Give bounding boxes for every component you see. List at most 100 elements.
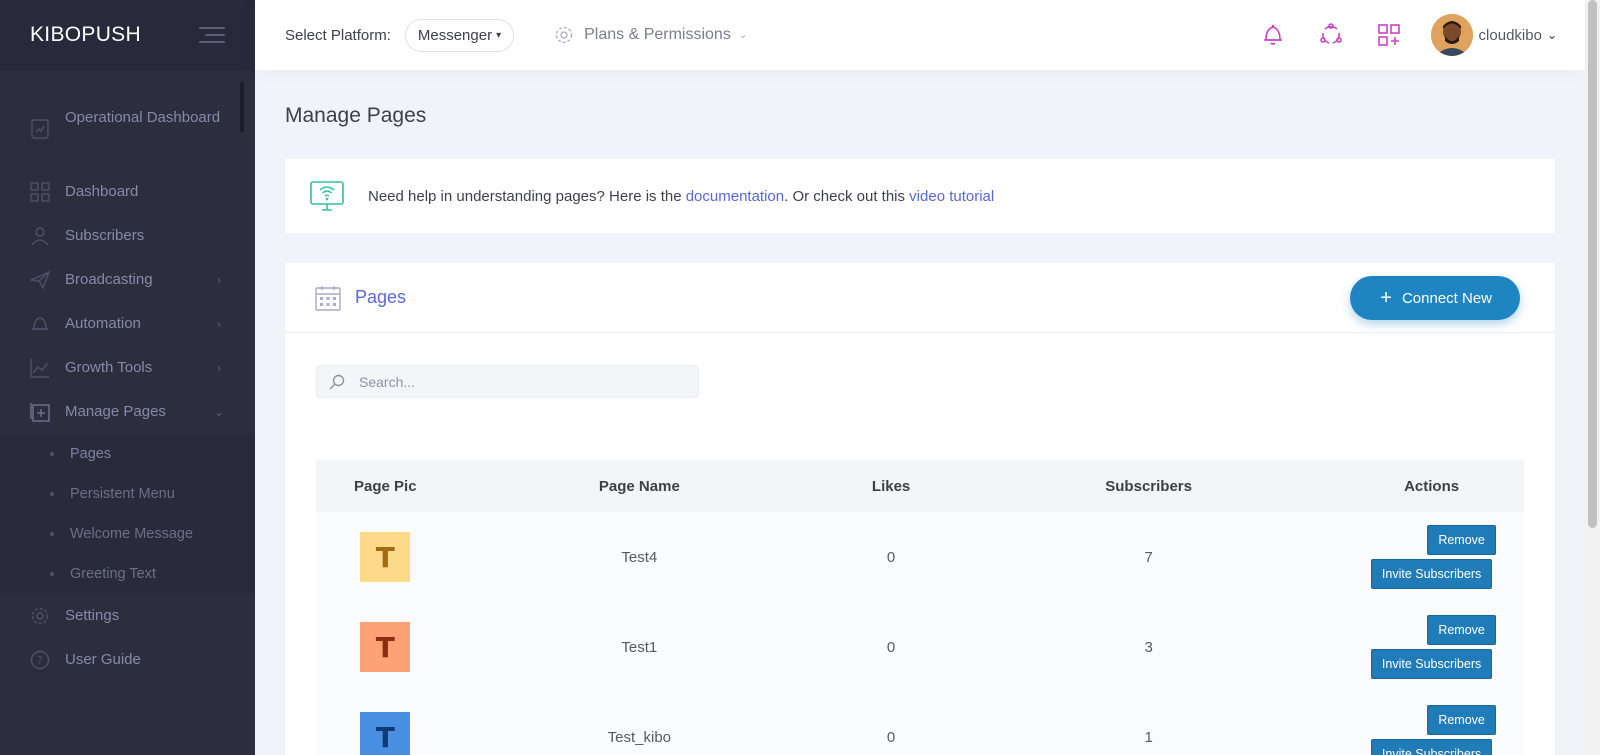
help-text-middle: . Or check out this [784, 187, 910, 205]
platform-select[interactable]: Messenger ▾ [404, 18, 515, 52]
hamburger-menu-icon[interactable] [199, 27, 225, 43]
submenu-item-persistent-menu[interactable]: Persistent Menu [0, 474, 255, 514]
page-name-cell: Test1 [621, 638, 658, 656]
invite-subscribers-button[interactable]: Invite Subscribers [1370, 649, 1493, 679]
sidebar-item-label: Settings [65, 607, 120, 624]
brand-logo[interactable]: KIBOPUSH [30, 23, 141, 47]
page-scrollbar[interactable] [1585, 0, 1600, 755]
scrollbar-thumb[interactable] [1588, 0, 1597, 528]
column-header[interactable]: Page Pic [316, 460, 455, 512]
column-header[interactable]: Subscribers [958, 460, 1339, 512]
page-title: Manage Pages [285, 104, 427, 127]
table-body: T Test4 0 7 Remove Invite Subscribers T … [316, 512, 1524, 755]
invite-subscribers-button[interactable]: Invite Subscribers [1370, 739, 1493, 755]
chevron-down-icon: ⌄ [1546, 28, 1557, 42]
search-icon [329, 374, 345, 389]
send-icon [30, 270, 50, 290]
connect-new-label: Connect New [1401, 289, 1492, 307]
submenu-item-greeting-text[interactable]: Greeting Text [0, 554, 255, 594]
subscribers-cell: 3 [1144, 638, 1153, 656]
sidebar-item-growth-tools[interactable]: Growth Tools › [0, 346, 255, 390]
sidebar-item-dashboard[interactable]: Dashboard [0, 170, 255, 214]
chevron-right-icon: › [217, 317, 221, 331]
brand-bar: KIBOPUSH [0, 0, 255, 70]
sidebar-item-subscribers[interactable]: Subscribers [0, 214, 255, 258]
apps-grid-icon[interactable] [1377, 23, 1401, 47]
plans-permissions-menu[interactable]: Plans & Permissions ⌄ [554, 25, 747, 45]
platform-label: Select Platform: [285, 26, 391, 44]
page-avatar: T [360, 622, 411, 672]
subscribers-cell: 1 [1144, 728, 1153, 746]
sidebar-item-label: Growth Tools [65, 359, 153, 376]
sidebar-item-label: Broadcasting [65, 271, 153, 288]
notification-bell-icon[interactable] [1261, 23, 1285, 47]
remove-button[interactable]: Remove [1427, 525, 1496, 555]
remove-button[interactable]: Remove [1427, 705, 1496, 735]
column-header[interactable]: Page Name [455, 460, 825, 512]
submenu-label: Greeting Text [70, 566, 156, 582]
main-content: Manage Pages Need help in understanding … [285, 70, 1555, 755]
likes-cell: 0 [886, 638, 896, 656]
sidebar-item-label: Automation [65, 315, 141, 332]
gear-icon [30, 606, 50, 626]
connect-new-button[interactable]: + Connect New [1350, 276, 1520, 320]
platform-value: Messenger [417, 26, 493, 44]
sidebar-scrollbar[interactable] [240, 82, 244, 132]
chart-doc-icon [30, 119, 50, 139]
plans-label: Plans & Permissions [584, 26, 731, 43]
pages-portlet: Pages + Connect New Page Pic Page Name L… [285, 263, 1555, 755]
user-menu[interactable]: cloudkibo ⌄ [1479, 27, 1557, 44]
sidebar-item-label: Dashboard [65, 183, 139, 200]
documentation-link[interactable]: documentation [686, 188, 784, 205]
bell-icon [30, 314, 50, 334]
sidebar-item-label: Subscribers [65, 227, 145, 244]
sidebar-item-automation[interactable]: Automation › [0, 302, 255, 346]
bullet-icon [50, 452, 54, 456]
sidebar-item-settings[interactable]: Settings [0, 594, 255, 638]
sidebar-item-broadcasting[interactable]: Broadcasting › [0, 258, 255, 302]
submenu-item-welcome-message[interactable]: Welcome Message [0, 514, 255, 554]
remove-button[interactable]: Remove [1427, 615, 1496, 645]
chevron-down-icon: ▾ [496, 29, 502, 41]
table-row: T Test4 0 7 Remove Invite Subscribers [316, 512, 1524, 602]
submenu-label: Persistent Menu [70, 486, 175, 502]
monitor-wifi-icon [310, 181, 344, 211]
page-name-cell: Test4 [621, 548, 658, 566]
chevron-down-icon: ⌄ [213, 405, 225, 419]
header-right-tools: cloudkibo ⌄ [1227, 0, 1557, 70]
page-pic-cell: T [316, 602, 455, 692]
video-tutorial-link[interactable]: video tutorial [909, 188, 994, 205]
submenu-label: Welcome Message [70, 526, 194, 542]
likes-cell: 0 [886, 728, 896, 746]
sidebar-item-operational-dashboard[interactable]: Operational Dashboard [0, 108, 255, 170]
column-header[interactable]: Likes [824, 460, 958, 512]
share-icon[interactable] [1319, 23, 1343, 47]
portlet-body: Page Pic Page Name Likes Subscribers Act… [285, 333, 1555, 755]
manage-pages-submenu: Pages Persistent Menu Welcome Message Gr… [0, 434, 255, 594]
add-page-icon [30, 402, 50, 422]
sidebar-item-user-guide[interactable]: ? User Guide [0, 638, 255, 682]
sidebar-item-manage-pages[interactable]: Manage Pages ⌄ [0, 390, 255, 434]
page-avatar-letter: T [375, 720, 395, 754]
table-row: T Test_kibo 0 1 Remove Invite Subscriber… [316, 692, 1524, 755]
sidebar-item-label: Manage Pages [65, 403, 166, 420]
bullet-icon [50, 572, 54, 576]
chevron-down-icon: ⌄ [738, 29, 748, 41]
chevron-right-icon: › [217, 273, 221, 287]
page-avatar-letter: T [375, 540, 395, 574]
grid-icon [30, 182, 50, 202]
top-header: Select Platform: Messenger ▾ Plans & Per… [255, 0, 1585, 70]
submenu-item-pages[interactable]: Pages [0, 434, 255, 474]
subscribers-cell: 7 [1144, 548, 1153, 566]
likes-cell: 0 [886, 548, 896, 566]
actions-cell: Remove Invite Subscribers [1339, 692, 1524, 755]
actions-cell: Remove Invite Subscribers [1339, 512, 1524, 602]
page-pic-cell: T [316, 512, 455, 602]
chevron-right-icon: › [217, 361, 221, 375]
page-avatar-letter: T [375, 630, 395, 664]
invite-subscribers-button[interactable]: Invite Subscribers [1370, 559, 1493, 589]
help-text: Need help in understanding pages? Here i… [368, 188, 994, 205]
help-alert: Need help in understanding pages? Here i… [285, 159, 1555, 233]
avatar[interactable] [1430, 14, 1473, 56]
search-input[interactable] [359, 373, 659, 390]
